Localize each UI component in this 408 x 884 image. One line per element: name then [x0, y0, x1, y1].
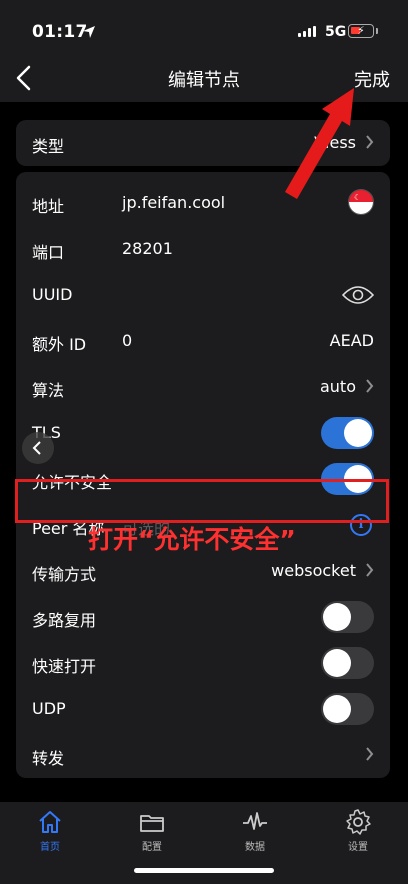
- signal-icon: [298, 26, 316, 37]
- transport-value: websocket: [271, 561, 356, 580]
- chevron-left-icon: [32, 441, 41, 455]
- tab-settings-label: 设置: [348, 842, 368, 853]
- address-label: 地址: [32, 197, 65, 216]
- aead-label: AEAD: [329, 331, 374, 350]
- status-time: 01:17: [32, 22, 88, 42]
- tab-data-label: 数据: [245, 842, 265, 853]
- forward-row[interactable]: 转发: [16, 732, 390, 778]
- port-row[interactable]: 端口 28201: [16, 226, 390, 272]
- charging-bolt-icon: ⚡: [357, 24, 365, 37]
- network-label: 5G: [325, 24, 347, 40]
- multiplex-row: 多路复用: [16, 594, 390, 640]
- home-indicator: [134, 868, 274, 873]
- algorithm-value: auto: [319, 377, 356, 396]
- transport-label: 传输方式: [32, 565, 97, 584]
- eye-icon[interactable]: [342, 285, 374, 305]
- annotation-text: 打开“允许不安全”: [88, 525, 296, 554]
- chevron-right-icon: [366, 563, 374, 577]
- location-arrow-icon: [83, 26, 95, 38]
- home-icon: [39, 811, 61, 833]
- chevron-right-icon: [366, 747, 374, 761]
- node-settings-card: 地址 jp.feifan.cool ☾ 端口 28201 UUID 额外 ID …: [16, 172, 390, 778]
- waveform-icon: [243, 812, 267, 830]
- forward-label: 转发: [32, 749, 65, 768]
- annotation-highlight-box: [15, 479, 389, 523]
- algorithm-row[interactable]: 算法 auto: [16, 364, 390, 410]
- fast-open-label: 快速打开: [32, 657, 97, 676]
- status-bar: 01:17 5G ⚡: [0, 0, 408, 54]
- algorithm-label: 算法: [32, 381, 65, 400]
- gear-icon: [346, 809, 371, 835]
- settings-content: 类型 Vless 地址 jp.feifan.cool ☾ 端口 28201 UU…: [0, 102, 408, 802]
- fast-open-row: 快速打开: [16, 640, 390, 686]
- tls-toggle[interactable]: [321, 417, 374, 449]
- tab-config-label: 配置: [142, 842, 162, 853]
- udp-toggle[interactable]: [321, 693, 374, 725]
- tab-settings[interactable]: 设置: [328, 808, 388, 853]
- extra-id-label: 额外 ID: [32, 335, 87, 354]
- extra-id-row[interactable]: 额外 ID 0 AEAD: [16, 318, 390, 364]
- battery-cap: [376, 28, 378, 34]
- uuid-label: UUID: [32, 285, 73, 304]
- chevron-right-icon: [366, 379, 374, 393]
- multiplex-label: 多路复用: [32, 611, 97, 630]
- edge-swipe-handle[interactable]: [22, 432, 54, 464]
- tab-home[interactable]: 首页: [20, 808, 80, 853]
- tab-home-label: 首页: [40, 842, 60, 853]
- port-label: 端口: [32, 243, 65, 262]
- multiplex-toggle[interactable]: [321, 601, 374, 633]
- extra-id-field[interactable]: 0: [122, 331, 132, 350]
- type-label: 类型: [32, 137, 65, 156]
- tab-data[interactable]: 数据: [225, 808, 285, 853]
- udp-row: UDP: [16, 686, 390, 732]
- folder-icon: [140, 815, 164, 832]
- tab-config[interactable]: 配置: [122, 808, 182, 853]
- port-field[interactable]: 28201: [122, 239, 173, 258]
- uuid-row[interactable]: UUID: [16, 272, 390, 318]
- address-field[interactable]: jp.feifan.cool: [122, 193, 225, 212]
- annotation-arrow-icon: [285, 88, 354, 199]
- udp-label: UDP: [32, 699, 66, 718]
- fast-open-toggle[interactable]: [321, 647, 374, 679]
- tls-row: TLS: [16, 410, 390, 456]
